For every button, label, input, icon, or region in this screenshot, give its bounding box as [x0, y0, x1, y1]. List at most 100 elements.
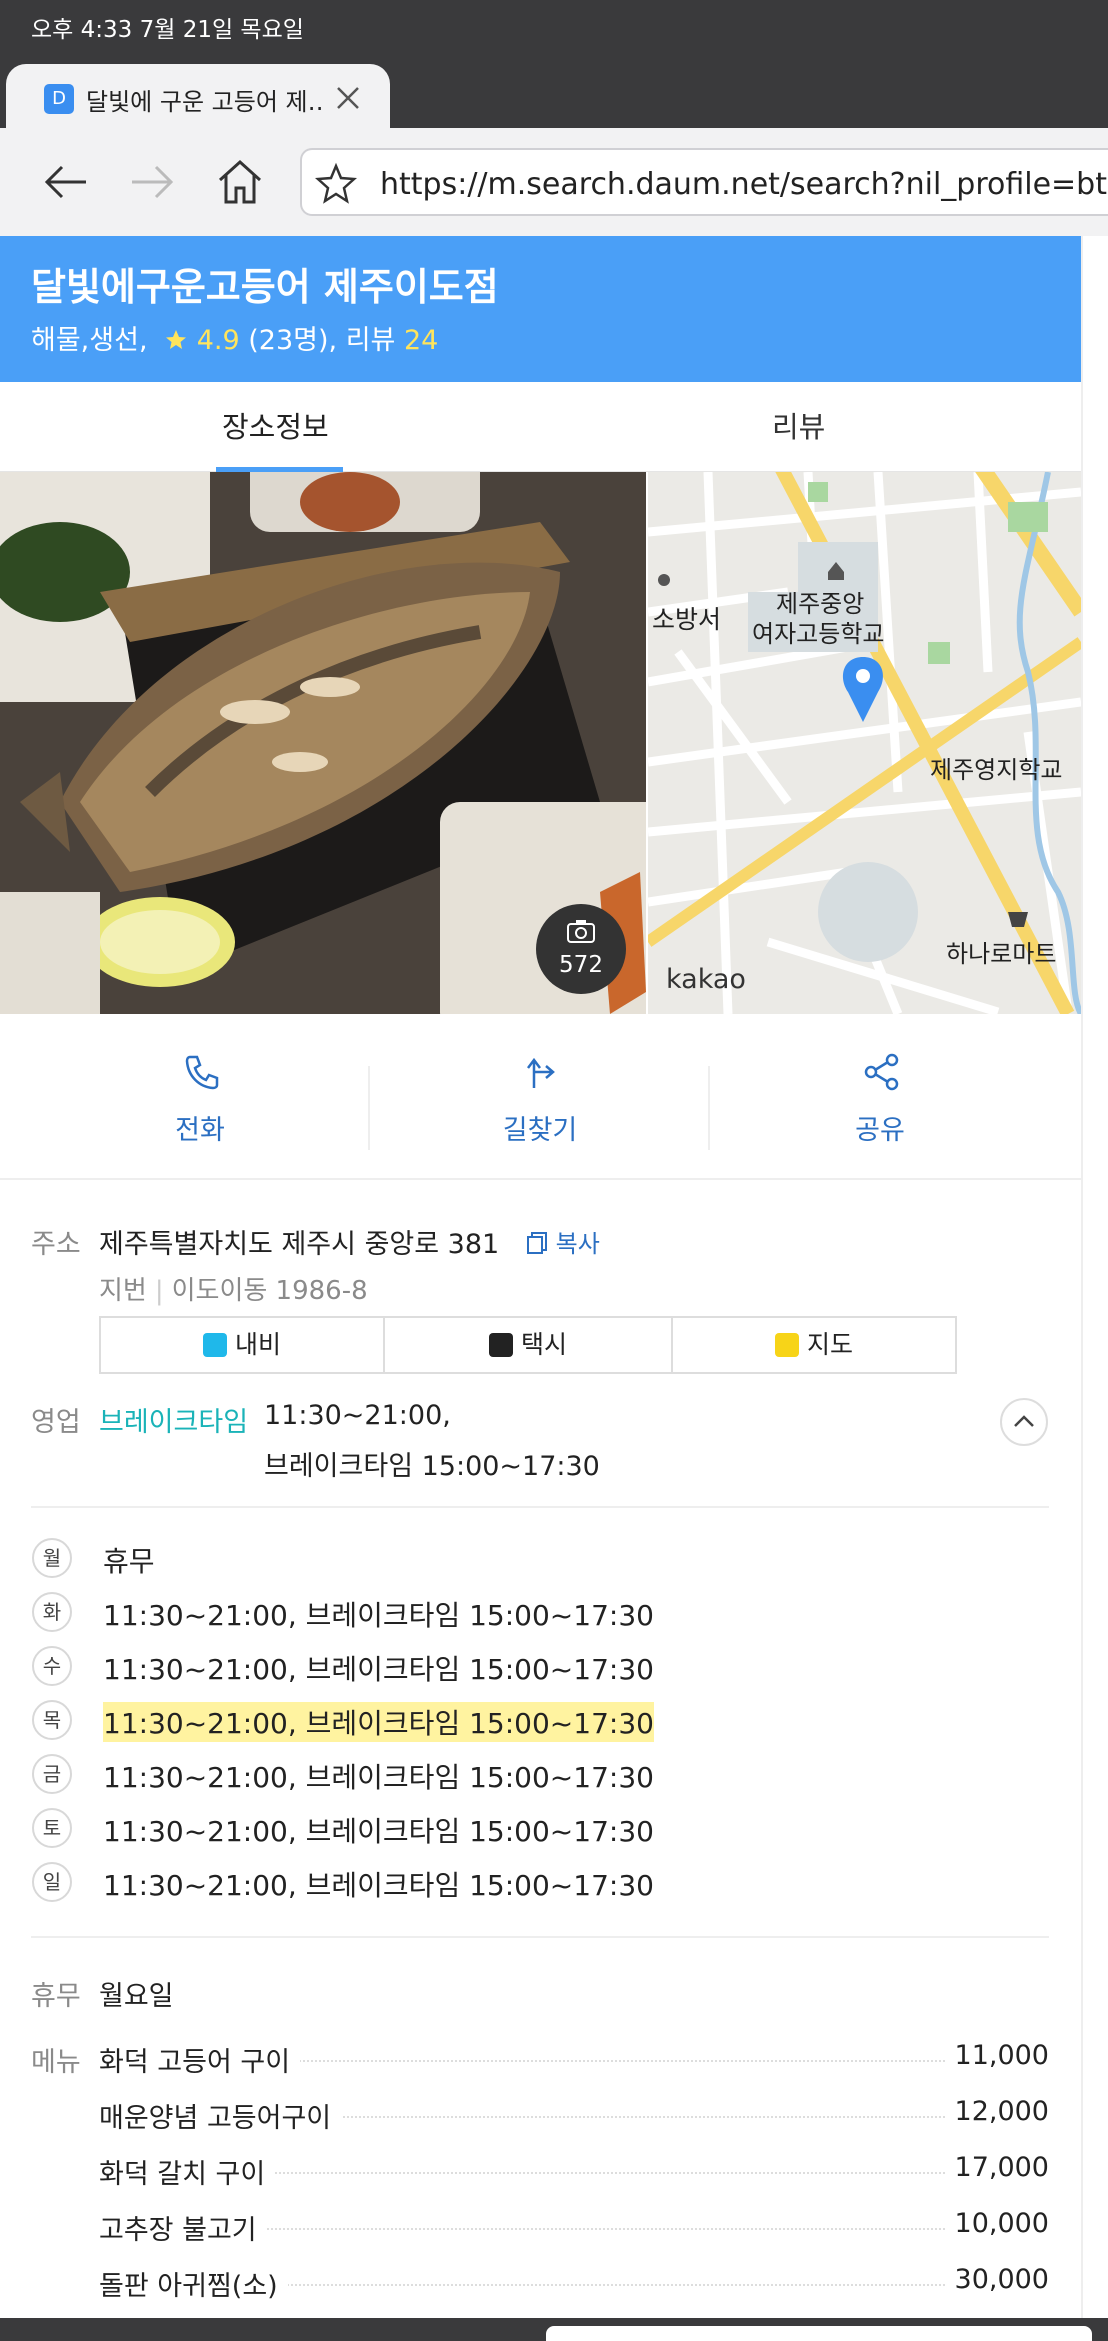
map-label-hanaro: 하나로마트 [946, 940, 1057, 968]
place-name: 달빛에구운고등어 제주이도점 [31, 265, 499, 309]
kakao-navi-icon [202, 1333, 227, 1357]
rating-count: (23명), 리뷰 [248, 325, 396, 356]
map-button[interactable]: 지도 [673, 1318, 955, 1372]
menu-item-name: 돌판 아귀찜(소) [99, 2264, 288, 2303]
section-divider [31, 1936, 1049, 1938]
menu-item-name: 화덕 고등어 구이 [99, 2040, 301, 2079]
daum-favicon-icon: D [44, 84, 74, 114]
forward-arrow-icon[interactable] [124, 154, 180, 210]
url-text: https://m.search.daum.net/search?nil_pro… [380, 167, 1108, 202]
day-hours: 11:30~21:00, 브레이크타임 15:00~17:30 [103, 1599, 654, 1632]
menu-item-name: 화덕 갈치 구이 [99, 2152, 276, 2191]
call-label: 전화 [175, 1115, 225, 1146]
navi-button[interactable]: 내비 [101, 1318, 385, 1372]
day-badge: 월 [32, 1538, 72, 1578]
photo-count: 572 [559, 952, 603, 978]
kakao-map-icon [774, 1333, 799, 1357]
menu-item: 화덕 갈치 구이 17,000 [99, 2152, 1049, 2192]
camera-icon [567, 920, 595, 943]
menu-item-price: 10,000 [944, 2208, 1049, 2239]
address-value: 제주특별자치도 제주시 중앙로 381 [99, 1229, 500, 1260]
bookmark-star-icon[interactable] [314, 162, 358, 206]
copy-icon [527, 1232, 547, 1254]
detail-tabs: 장소정보 리뷰 [0, 382, 1081, 472]
copy-label: 복사 [555, 1230, 600, 1258]
tab-review[interactable]: 리뷰 [772, 404, 825, 446]
call-button[interactable]: 전화 [30, 1014, 370, 1180]
directions-icon [522, 1052, 562, 1092]
menu-item: 매운양념 고등어구이 12,000 [99, 2096, 1049, 2136]
directions-label: 길찾기 [502, 1115, 578, 1146]
place-header: 달빛에구운고등어 제주이도점 해물,생선, 4.9 (23명), 리뷰 24 [0, 236, 1081, 382]
place-category: 해물,생선, [31, 325, 148, 356]
day-badge: 목 [32, 1700, 72, 1740]
location-map[interactable]: 소방서 제주중앙 여자고등학교 제주영지학교 하나로마트 kakao [648, 472, 1081, 1014]
share-button[interactable]: 공유 [710, 1014, 1050, 1180]
close-tab-icon[interactable] [328, 78, 368, 118]
back-arrow-icon[interactable] [38, 154, 94, 210]
home-icon[interactable] [212, 154, 268, 210]
jibun-value: 이도이동 1986-8 [171, 1276, 368, 1306]
menu-item-price: 17,000 [944, 2152, 1049, 2183]
address-bar[interactable]: https://m.search.daum.net/search?nil_pro… [300, 148, 1108, 216]
hours-summary-line1: 11:30~21:00, [264, 1400, 451, 1431]
address-label: 주소 [31, 1229, 81, 1260]
collapse-hours-button[interactable] [1000, 1398, 1048, 1446]
share-icon [862, 1052, 902, 1092]
chevron-up-icon [1014, 1415, 1034, 1427]
map-image [648, 472, 1081, 1014]
bottom-bar [0, 2318, 1108, 2341]
review-count[interactable]: 24 [404, 325, 438, 356]
browser-toolbar: https://m.search.daum.net/search?nil_pro… [0, 128, 1108, 236]
page-content: 달빛에구운고등어 제주이도점 해물,생선, 4.9 (23명), 리뷰 24 장… [0, 236, 1081, 2341]
copy-address-button[interactable]: 복사 [526, 1224, 600, 1259]
navigation-options: 내비 택시 지도 [99, 1316, 957, 1374]
day-hours: 11:30~21:00, 브레이크타임 15:00~17:30 [103, 1815, 654, 1848]
menu-item-name: 매운양념 고등어구이 [99, 2096, 342, 2135]
day-badge: 수 [32, 1646, 72, 1686]
browser-tab-strip: D 달빛에 구운 고등어 제… [0, 48, 1108, 128]
map-label-yeongji: 제주영지학교 [930, 756, 1063, 784]
photo-count-badge[interactable]: 572 [536, 904, 626, 994]
status-bar: 오후 4:33 7월 21일 목요일 [0, 0, 1108, 48]
menu-item-name: 고추장 불고기 [99, 2208, 267, 2247]
menu-item-price: 12,000 [944, 2096, 1049, 2127]
place-photo[interactable]: 572 [0, 472, 646, 1014]
day-hours: 11:30~21:00, 브레이크타임 15:00~17:30 [103, 1761, 654, 1794]
rating-star-icon [166, 330, 187, 349]
phone-icon [182, 1052, 222, 1092]
closed-value: 월요일 [99, 1981, 174, 2012]
place-summary: 해물,생선, 4.9 (23명), 리뷰 24 [31, 318, 438, 357]
map-label-fire-station: 소방서 [652, 605, 722, 634]
rating-value: 4.9 [196, 325, 240, 356]
day-badge: 일 [32, 1862, 72, 1902]
status-time-date: 오후 4:33 7월 21일 목요일 [31, 17, 304, 43]
jibun-label: 지번 | 이도이동 1986-8 [99, 1276, 368, 1306]
kakao-map-logo: kakao [666, 964, 746, 995]
hours-label: 영업 [31, 1407, 81, 1438]
day-hours: 휴무 [103, 1545, 155, 1578]
day-hours: 11:30~21:00, 브레이크타임 15:00~17:30 [103, 1653, 654, 1686]
home-indicator[interactable] [546, 2326, 1092, 2341]
menu-item: 돌판 아귀찜(소) 30,000 [99, 2264, 1049, 2304]
scrollbar[interactable] [1081, 236, 1108, 2341]
share-label: 공유 [855, 1115, 905, 1146]
menu-label: 메뉴 [31, 2047, 81, 2078]
directions-button[interactable]: 길찾기 [370, 1014, 710, 1180]
section-divider [31, 1506, 1049, 1508]
hours-summary-line2: 브레이크타임 15:00~17:30 [264, 1451, 600, 1482]
tab-title: 달빛에 구운 고등어 제… [86, 88, 326, 116]
map-label-school-line2: 여자고등학교 [752, 620, 885, 648]
closed-label: 휴무 [31, 1981, 81, 2012]
day-hours: 11:30~21:00, 브레이크타임 15:00~17:30 [103, 1869, 654, 1902]
day-badge: 화 [32, 1592, 72, 1632]
day-badge: 금 [32, 1754, 72, 1794]
business-status: 브레이크타임 [99, 1407, 249, 1438]
menu-item-price: 30,000 [944, 2264, 1049, 2295]
action-bar: 전화 길찾기 공유 [0, 1014, 1081, 1180]
taxi-button[interactable]: 택시 [385, 1318, 673, 1372]
day-badge: 토 [32, 1808, 72, 1848]
menu-item-price: 11,000 [944, 2040, 1049, 2071]
tab-place-info[interactable]: 장소정보 [222, 404, 329, 446]
browser-tab[interactable]: D 달빛에 구운 고등어 제… [6, 64, 390, 128]
